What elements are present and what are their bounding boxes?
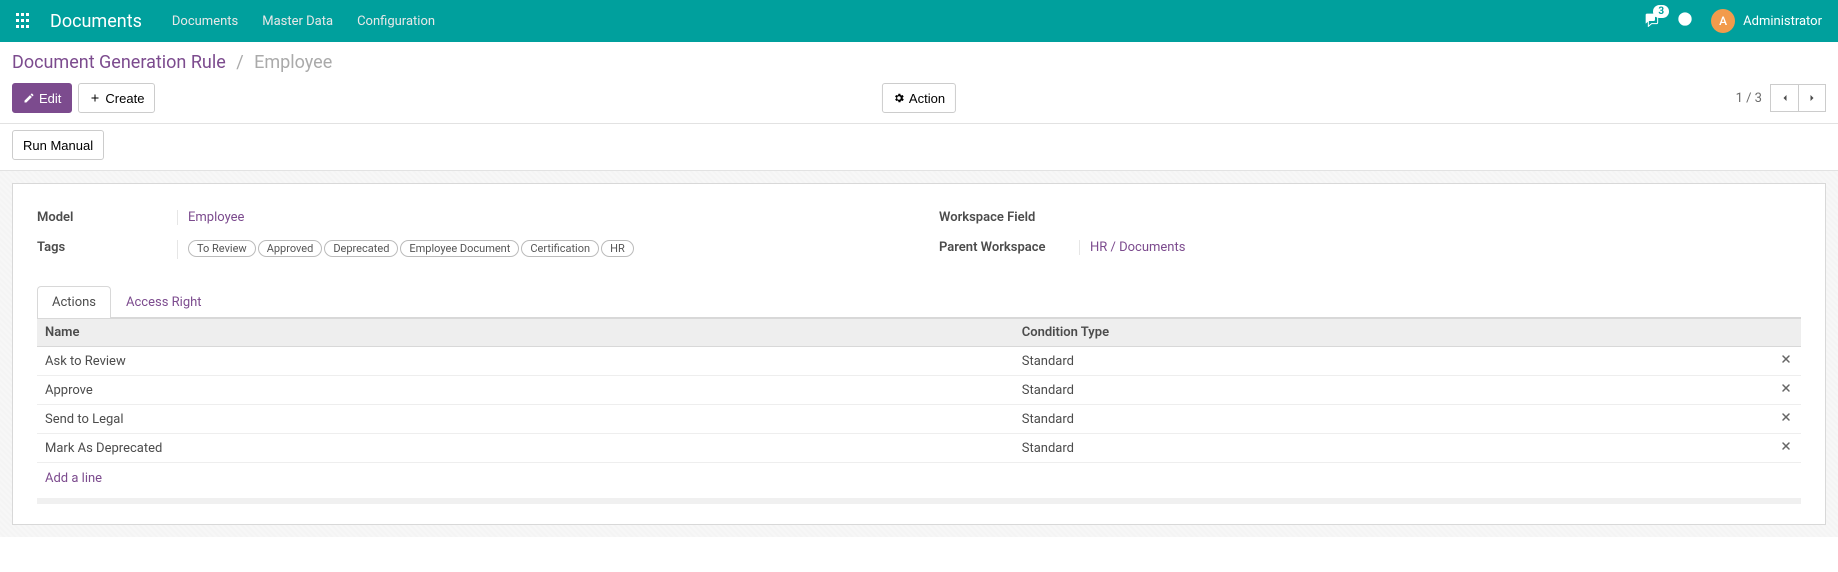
row-name: Approve	[37, 376, 1014, 405]
run-manual-label: Run Manual	[23, 138, 93, 153]
pager-text: 1 / 3	[1736, 91, 1762, 106]
delete-row-icon[interactable]	[1771, 434, 1801, 463]
breadcrumb: Document Generation Rule / Employee	[12, 52, 1826, 73]
top-navbar: Documents Documents Master Data Configur…	[0, 0, 1838, 42]
table-row[interactable]: ApproveStandard	[37, 376, 1801, 405]
action-button-label: Action	[909, 91, 945, 106]
chat-icon[interactable]: 3	[1643, 11, 1659, 31]
apps-icon[interactable]	[16, 13, 32, 29]
table-row[interactable]: Send to LegalStandard	[37, 405, 1801, 434]
model-value[interactable]: Employee	[188, 210, 244, 225]
tab-access-right[interactable]: Access Right	[111, 286, 217, 318]
row-condition: Standard	[1014, 434, 1771, 463]
row-condition: Standard	[1014, 347, 1771, 376]
parent-workspace-value[interactable]: HR / Documents	[1090, 240, 1185, 255]
action-button[interactable]: Action	[882, 83, 956, 113]
workspace-field-label: Workspace Field	[939, 210, 1079, 225]
pager-next[interactable]	[1798, 84, 1826, 112]
user-name: Administrator	[1743, 14, 1822, 29]
nav-link-documents[interactable]: Documents	[172, 14, 238, 29]
brand-title[interactable]: Documents	[50, 11, 142, 32]
pager-prev[interactable]	[1770, 84, 1798, 112]
add-line[interactable]: Add a line	[37, 463, 1801, 494]
row-condition: Standard	[1014, 405, 1771, 434]
tags-container: To ReviewApprovedDeprecatedEmployee Docu…	[177, 240, 899, 259]
parent-workspace-label: Parent Workspace	[939, 240, 1079, 255]
tag-pill[interactable]: Employee Document	[400, 240, 519, 257]
avatar: A	[1711, 9, 1735, 33]
nav-link-master-data[interactable]: Master Data	[262, 14, 333, 29]
user-menu[interactable]: A Administrator	[1711, 9, 1822, 33]
row-name: Send to Legal	[37, 405, 1014, 434]
create-button-label: Create	[105, 91, 144, 106]
breadcrumb-current: Employee	[254, 52, 332, 73]
row-condition: Standard	[1014, 376, 1771, 405]
tab-actions[interactable]: Actions	[37, 286, 111, 318]
tag-pill[interactable]: Deprecated	[324, 240, 398, 257]
create-button[interactable]: Create	[78, 83, 155, 113]
breadcrumb-parent[interactable]: Document Generation Rule	[12, 52, 226, 73]
edit-button-label: Edit	[39, 91, 61, 106]
activity-icon[interactable]	[1677, 11, 1693, 31]
delete-row-icon[interactable]	[1771, 347, 1801, 376]
actions-table: Name Condition Type Ask to ReviewStandar…	[37, 318, 1801, 463]
tag-pill[interactable]: To Review	[188, 240, 256, 257]
row-name: Mark As Deprecated	[37, 434, 1014, 463]
delete-row-icon[interactable]	[1771, 376, 1801, 405]
table-row[interactable]: Ask to ReviewStandard	[37, 347, 1801, 376]
nav-link-configuration[interactable]: Configuration	[357, 14, 435, 29]
tag-pill[interactable]: Approved	[258, 240, 323, 257]
run-manual-button[interactable]: Run Manual	[12, 130, 104, 160]
chat-badge: 3	[1653, 5, 1669, 18]
tag-pill[interactable]: HR	[601, 240, 634, 257]
edit-button[interactable]: Edit	[12, 83, 72, 113]
form-sheet: Model Employee Tags To ReviewApprovedDep…	[12, 183, 1826, 525]
col-name: Name	[37, 319, 1014, 347]
table-footer-bar	[37, 498, 1801, 504]
col-condition: Condition Type	[1014, 319, 1771, 347]
model-label: Model	[37, 210, 177, 225]
table-row[interactable]: Mark As DeprecatedStandard	[37, 434, 1801, 463]
breadcrumb-separator: /	[236, 52, 243, 73]
row-name: Ask to Review	[37, 347, 1014, 376]
tags-label: Tags	[37, 240, 177, 255]
delete-row-icon[interactable]	[1771, 405, 1801, 434]
tag-pill[interactable]: Certification	[521, 240, 599, 257]
